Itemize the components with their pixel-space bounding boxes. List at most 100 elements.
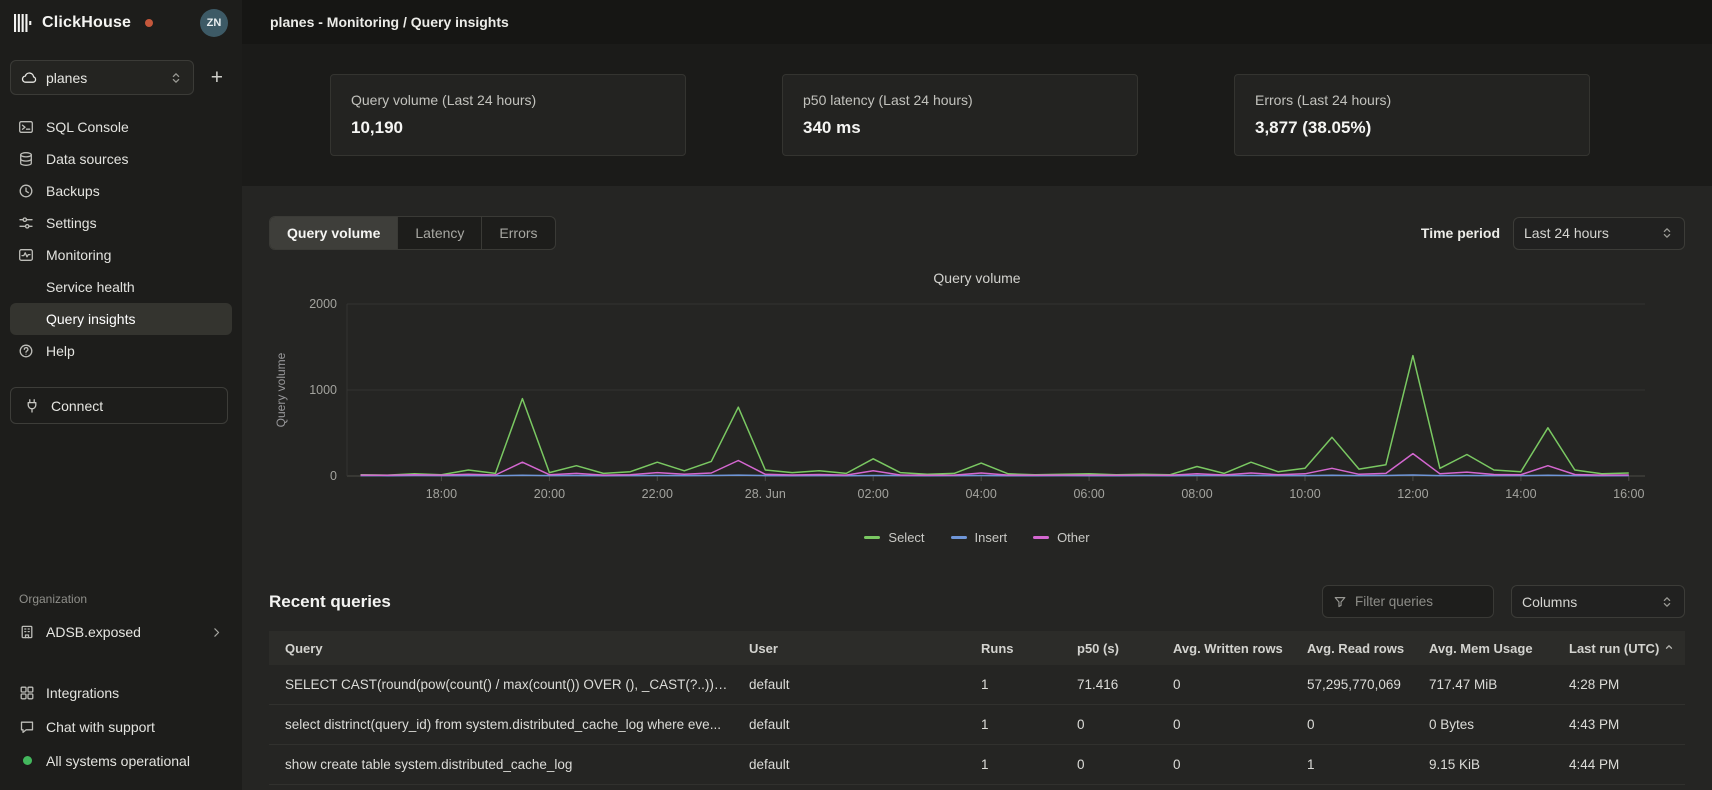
sidebar: ClickHouse ZN planes + SQ bbox=[0, 0, 242, 790]
legend-label: Insert bbox=[975, 530, 1008, 545]
clickhouse-logo-icon bbox=[14, 14, 33, 32]
footer-item-all-systems-operational[interactable]: All systems operational bbox=[10, 745, 232, 776]
plug-icon bbox=[24, 398, 40, 414]
tab-errors[interactable]: Errors bbox=[482, 217, 554, 249]
cell-runs: 1 bbox=[971, 665, 1067, 705]
cloud-icon bbox=[21, 70, 37, 86]
cell-p50-s: 0 bbox=[1067, 705, 1163, 745]
chevron-right-icon bbox=[210, 626, 223, 639]
footer-item-integrations[interactable]: Integrations bbox=[10, 677, 232, 708]
connect-button[interactable]: Connect bbox=[10, 387, 228, 424]
sidebar-item-help[interactable]: Help bbox=[10, 335, 232, 367]
svg-text:16:00: 16:00 bbox=[1613, 487, 1644, 501]
tab-group: Query volumeLatencyErrors bbox=[269, 216, 556, 250]
cell-last-run-utc: 4:28 PM bbox=[1559, 665, 1685, 705]
stat-card-value: 3,877 (38.05%) bbox=[1255, 118, 1569, 138]
footer-item-label: Integrations bbox=[46, 685, 119, 701]
help-icon bbox=[18, 343, 34, 359]
cell-query: SELECT CAST(round(pow(count() / max(coun… bbox=[269, 665, 739, 705]
column-header-avg-read-rows[interactable]: Avg. Read rows bbox=[1297, 631, 1419, 665]
chevron-up-down-icon bbox=[169, 71, 183, 85]
cell-query: select distrinct(query_id) from system.d… bbox=[269, 705, 739, 745]
svg-text:04:00: 04:00 bbox=[966, 487, 997, 501]
sidebar-item-label: Monitoring bbox=[46, 247, 111, 263]
stat-card-value: 340 ms bbox=[803, 118, 1117, 138]
cell-avg-read-rows: 1 bbox=[1297, 745, 1419, 785]
column-header-last-run-utc[interactable]: Last run (UTC) bbox=[1559, 631, 1685, 665]
sidebar-item-query-insights[interactable]: Query insights bbox=[10, 303, 232, 335]
columns-select-label: Columns bbox=[1522, 594, 1577, 610]
sidebar-item-label: Help bbox=[46, 343, 75, 359]
settings-icon bbox=[18, 215, 34, 231]
sidebar-item-data-sources[interactable]: Data sources bbox=[10, 143, 232, 175]
cell-runs: 1 bbox=[971, 705, 1067, 745]
main-column: planes - Monitoring / Query insights Que… bbox=[242, 0, 1712, 790]
service-name: planes bbox=[46, 70, 87, 86]
sidebar-item-label: Query insights bbox=[46, 311, 135, 327]
organization-item[interactable]: ADSB.exposed bbox=[10, 615, 232, 649]
column-header-avg-mem-usage[interactable]: Avg. Mem Usage bbox=[1419, 631, 1559, 665]
cell-p50-s: 71.416 bbox=[1067, 665, 1163, 705]
legend-item-select[interactable]: Select bbox=[864, 530, 924, 545]
column-header-p50-s[interactable]: p50 (s) bbox=[1067, 631, 1163, 665]
columns-select[interactable]: Columns bbox=[1511, 585, 1685, 618]
table-row[interactable]: show create table system.distributed_cac… bbox=[269, 745, 1685, 785]
cell-avg-mem-usage: 0 Bytes bbox=[1419, 705, 1559, 745]
avatar[interactable]: ZN bbox=[200, 9, 228, 37]
legend-swatch bbox=[864, 536, 880, 539]
brand[interactable]: ClickHouse bbox=[14, 14, 131, 32]
sidebar-nav: SQL ConsoleData sourcesBackupsSettings Mo… bbox=[0, 103, 242, 367]
filter-icon bbox=[1333, 595, 1347, 609]
brand-name: ClickHouse bbox=[42, 14, 131, 32]
svg-text:2000: 2000 bbox=[309, 297, 337, 311]
top-header: planes - Monitoring / Query insights bbox=[242, 0, 1712, 44]
filter-queries-input[interactable] bbox=[1355, 594, 1483, 609]
table-row[interactable]: select distrinct(query_id) from system.d… bbox=[269, 705, 1685, 745]
cell-user: default bbox=[739, 745, 971, 785]
table-row[interactable]: SELECT CAST(round(pow(count() / max(coun… bbox=[269, 665, 1685, 705]
footer-item-label: All systems operational bbox=[46, 753, 190, 769]
chart-title: Query volume bbox=[269, 270, 1685, 286]
svg-text:18:00: 18:00 bbox=[426, 487, 457, 501]
cell-avg-mem-usage: 9.15 KiB bbox=[1419, 745, 1559, 785]
legend-item-other[interactable]: Other bbox=[1033, 530, 1090, 545]
column-header-query[interactable]: Query bbox=[269, 631, 739, 665]
cell-avg-written-rows: 0 bbox=[1163, 745, 1297, 785]
service-selector[interactable]: planes bbox=[10, 60, 194, 95]
controls-row: Query volumeLatencyErrors Time period La… bbox=[269, 216, 1685, 250]
svg-text:Query volume: Query volume bbox=[274, 352, 288, 427]
legend-item-insert[interactable]: Insert bbox=[951, 530, 1008, 545]
footer-item-chat-with-support[interactable]: Chat with support bbox=[10, 711, 232, 742]
tab-query-volume[interactable]: Query volume bbox=[270, 217, 398, 249]
column-header-user[interactable]: User bbox=[739, 631, 971, 665]
svg-text:20:00: 20:00 bbox=[534, 487, 565, 501]
svg-text:12:00: 12:00 bbox=[1397, 487, 1428, 501]
sidebar-item-service-health[interactable]: Service health bbox=[10, 271, 232, 303]
column-header-runs[interactable]: Runs bbox=[971, 631, 1067, 665]
sidebar-item-monitoring[interactable]: Monitoring bbox=[10, 239, 232, 271]
stat-card-label: p50 latency (Last 24 hours) bbox=[803, 92, 1117, 108]
svg-text:02:00: 02:00 bbox=[858, 487, 889, 501]
svg-text:08:00: 08:00 bbox=[1181, 487, 1212, 501]
time-period-value: Last 24 hours bbox=[1524, 225, 1609, 241]
sidebar-item-settings[interactable]: Settings bbox=[10, 207, 232, 239]
recent-queries-header: Recent queries Columns bbox=[269, 585, 1685, 618]
filter-queries-box[interactable] bbox=[1322, 585, 1494, 618]
svg-text:10:00: 10:00 bbox=[1289, 487, 1320, 501]
chart-legend: Select Insert Other bbox=[269, 530, 1685, 545]
add-service-button[interactable]: + bbox=[204, 65, 230, 90]
cell-avg-read-rows: 0 bbox=[1297, 705, 1419, 745]
svg-text:1000: 1000 bbox=[309, 383, 337, 397]
cell-last-run-utc: 4:43 PM bbox=[1559, 705, 1685, 745]
breadcrumb: planes - Monitoring / Query insights bbox=[270, 14, 509, 30]
cell-user: default bbox=[739, 705, 971, 745]
sidebar-item-sql-console[interactable]: SQL Console bbox=[10, 111, 232, 143]
time-period-select[interactable]: Last 24 hours bbox=[1513, 217, 1685, 250]
column-header-avg-written-rows[interactable]: Avg. Written rows bbox=[1163, 631, 1297, 665]
sidebar-item-backups[interactable]: Backups bbox=[10, 175, 232, 207]
tab-latency[interactable]: Latency bbox=[398, 217, 482, 249]
recent-queries-table: QueryUserRunsp50 (s)Avg. Written rowsAvg… bbox=[269, 631, 1685, 785]
organization-section-label: Organization bbox=[10, 592, 232, 606]
chat-icon bbox=[19, 719, 35, 735]
cell-query: show create table system.distributed_cac… bbox=[269, 745, 739, 785]
